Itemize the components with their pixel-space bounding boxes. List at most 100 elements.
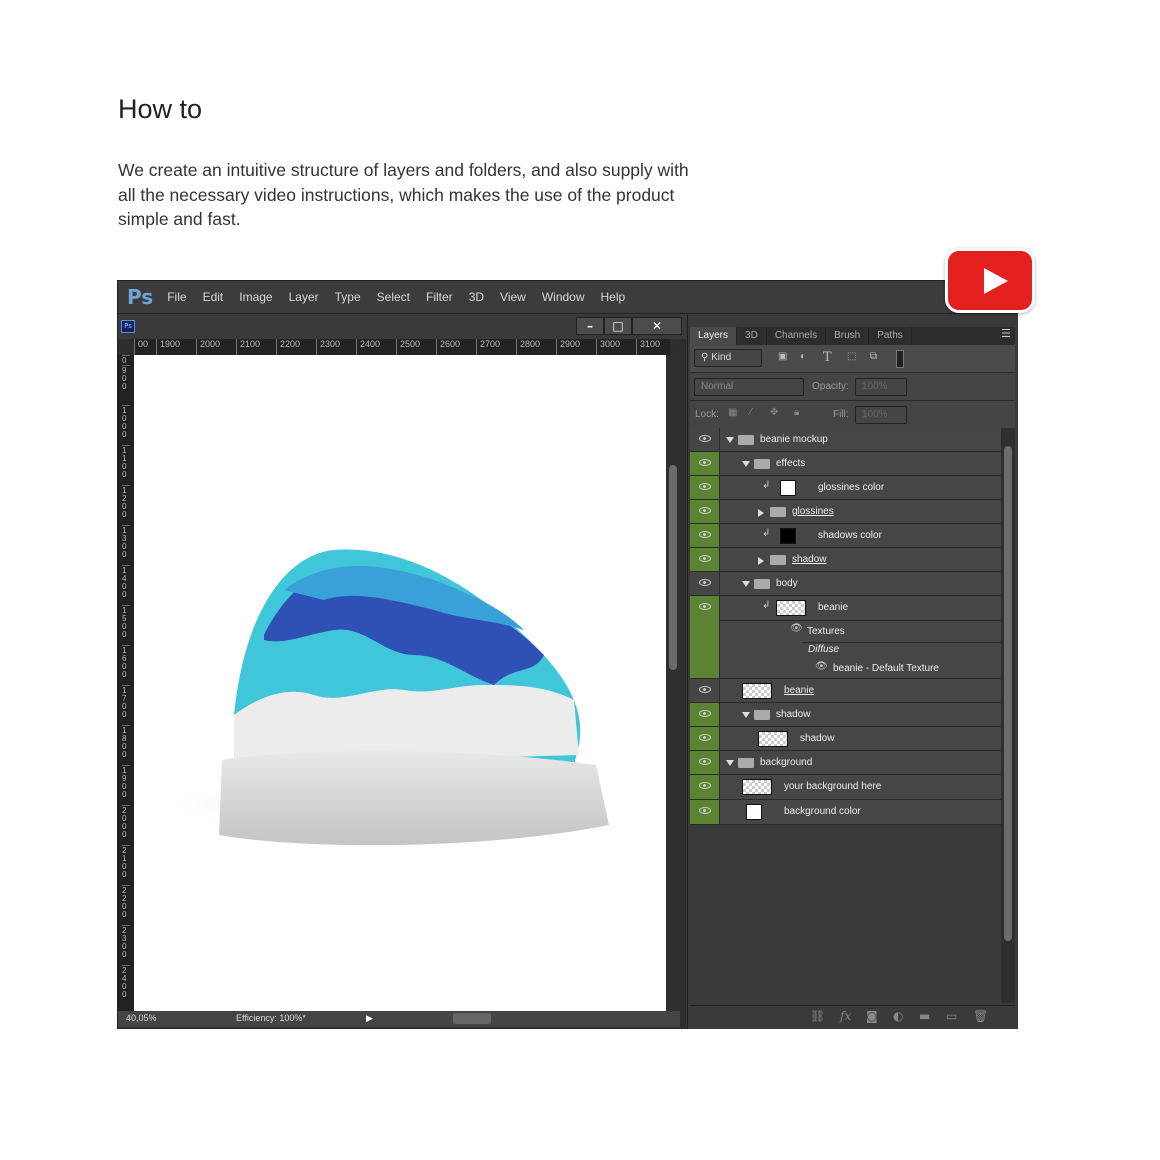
expanded-arrow-icon[interactable]	[742, 461, 750, 467]
layer-name[interactable]: glossines color	[818, 476, 884, 500]
youtube-play-icon[interactable]	[945, 248, 1035, 313]
layer-name[interactable]: shadow	[776, 703, 810, 727]
layer-row[interactable]: effects	[690, 452, 1001, 476]
menu-3d[interactable]: 3D	[469, 290, 484, 304]
layer-name[interactable]: beanie mockup	[760, 428, 828, 452]
maximize-button[interactable]: □	[604, 317, 632, 335]
menu-select[interactable]: Select	[377, 290, 410, 304]
visibility-toggle[interactable]	[690, 727, 720, 750]
layer-name[interactable]: background	[760, 751, 812, 775]
lock-move-icon[interactable]: ✥	[770, 407, 778, 418]
fill-input[interactable]: 100%	[855, 406, 907, 424]
horizontal-scrollbar-thumb[interactable]	[453, 1013, 491, 1024]
layer-name[interactable]: glossines	[792, 500, 834, 524]
menu-file[interactable]: File	[167, 290, 186, 304]
visibility-toggle[interactable]	[690, 500, 720, 523]
add-mask-icon[interactable]: ◙	[866, 1009, 878, 1023]
delete-layer-icon[interactable]: 🗑︎	[973, 1009, 988, 1023]
menu-image[interactable]: Image	[239, 290, 272, 304]
layer-row[interactable]: shadow	[690, 548, 1001, 572]
layer-name[interactable]: shadows color	[818, 524, 882, 548]
lock-all-icon[interactable]: 🔒︎	[794, 407, 799, 418]
adjustment-layer-icon[interactable]: ◐	[893, 1009, 903, 1023]
link-layers-icon[interactable]: ⛓	[810, 1009, 825, 1023]
filter-smart-object-icon[interactable]: ⧉	[870, 351, 877, 362]
layer-row[interactable]: ↲ beanie 👁︎ Textures Diffuse 👁︎ beanie - Defau…	[690, 596, 1001, 679]
layer-name[interactable]: effects	[776, 452, 805, 476]
scrollbar-thumb[interactable]	[669, 465, 677, 670]
lock-transparent-icon[interactable]: ▦	[728, 407, 737, 418]
fx-icon[interactable]: fx	[840, 1009, 851, 1023]
vertical-scrollbar[interactable]	[666, 355, 680, 1011]
eye-icon[interactable]: 👁︎	[790, 623, 803, 634]
filter-adjustment-icon[interactable]: ◐	[800, 351, 806, 362]
layer-row[interactable]: beanie mockup	[690, 428, 1001, 452]
collapsed-arrow-icon[interactable]	[758, 509, 764, 517]
layer-row[interactable]: shadow	[690, 703, 1001, 727]
layer-row[interactable]: your background here	[690, 775, 1001, 800]
new-group-icon[interactable]: ▬	[919, 1009, 930, 1023]
layer-name[interactable]: your background here	[784, 775, 881, 799]
menu-window[interactable]: Window	[542, 290, 585, 304]
visibility-toggle[interactable]	[690, 548, 720, 571]
visibility-toggle[interactable]	[690, 524, 720, 547]
lock-brush-icon[interactable]: ⁄	[750, 407, 752, 418]
layer-name[interactable]: shadow	[800, 727, 834, 751]
tab-3d[interactable]: 3D	[737, 327, 767, 345]
panel-menu-icon[interactable]: ☰	[1001, 327, 1015, 345]
texture-name[interactable]: beanie - Default Texture	[833, 657, 939, 681]
visibility-toggle[interactable]	[690, 572, 720, 595]
layer-name[interactable]: body	[776, 572, 798, 596]
eye-icon[interactable]: 👁︎	[815, 661, 828, 672]
collapsed-arrow-icon[interactable]	[758, 557, 764, 565]
layers-scrollbar[interactable]	[1001, 428, 1015, 1003]
visibility-toggle[interactable]	[690, 775, 720, 799]
expanded-arrow-icon[interactable]	[742, 712, 750, 718]
expanded-arrow-icon[interactable]	[726, 437, 734, 443]
tab-layers[interactable]: Layers	[690, 327, 738, 345]
menu-filter[interactable]: Filter	[426, 290, 453, 304]
minimize-button[interactable]: –	[576, 317, 604, 335]
layer-row[interactable]: ↲ shadows color	[690, 524, 1001, 548]
layer-row[interactable]: background	[690, 751, 1001, 775]
menu-edit[interactable]: Edit	[203, 290, 224, 304]
menu-help[interactable]: Help	[601, 290, 626, 304]
new-layer-icon[interactable]: ▭	[946, 1009, 957, 1023]
status-menu-arrow-icon[interactable]: ▶	[366, 1013, 373, 1024]
layer-row[interactable]: shadow	[690, 727, 1001, 751]
tab-paths[interactable]: Paths	[869, 327, 912, 345]
menu-layer[interactable]: Layer	[289, 290, 319, 304]
filter-type-icon[interactable]: T	[823, 350, 832, 365]
canvas[interactable]	[134, 355, 666, 1011]
filter-kind-select[interactable]: ⚲ Kind	[694, 349, 762, 367]
opacity-input[interactable]: 100%	[855, 378, 907, 396]
visibility-toggle[interactable]	[690, 679, 720, 702]
layer-row[interactable]: glossines	[690, 500, 1001, 524]
layer-name[interactable]: shadow	[792, 548, 826, 572]
close-button[interactable]: ✕	[632, 317, 682, 335]
visibility-toggle[interactable]	[690, 452, 720, 475]
layer-row[interactable]: ↲ glossines color	[690, 476, 1001, 500]
visibility-toggle[interactable]	[690, 476, 720, 499]
tab-channels[interactable]: Channels	[767, 327, 827, 345]
blend-mode-select[interactable]: Normal	[694, 378, 804, 396]
zoom-level[interactable]: 40,05%	[126, 1013, 157, 1023]
scrollbar-thumb[interactable]	[1004, 446, 1012, 941]
layer-name[interactable]: beanie	[784, 679, 814, 703]
layer-row[interactable]: body	[690, 572, 1001, 596]
layer-row[interactable]: beanie	[690, 679, 1001, 703]
visibility-toggle[interactable]	[690, 428, 720, 451]
visibility-toggle[interactable]	[690, 596, 720, 678]
visibility-toggle[interactable]	[690, 751, 720, 774]
tab-brush[interactable]: Brush	[826, 327, 870, 345]
layer-row[interactable]: background color	[690, 800, 1001, 825]
layer-name[interactable]: background color	[784, 800, 861, 824]
menu-view[interactable]: View	[500, 290, 526, 304]
visibility-toggle[interactable]	[690, 800, 720, 824]
visibility-toggle[interactable]	[690, 703, 720, 726]
filter-pixel-icon[interactable]: ▣	[778, 351, 787, 362]
expanded-arrow-icon[interactable]	[726, 760, 734, 766]
menu-type[interactable]: Type	[335, 290, 361, 304]
layer-name[interactable]: beanie	[818, 596, 848, 620]
filter-toggle[interactable]	[896, 350, 904, 368]
